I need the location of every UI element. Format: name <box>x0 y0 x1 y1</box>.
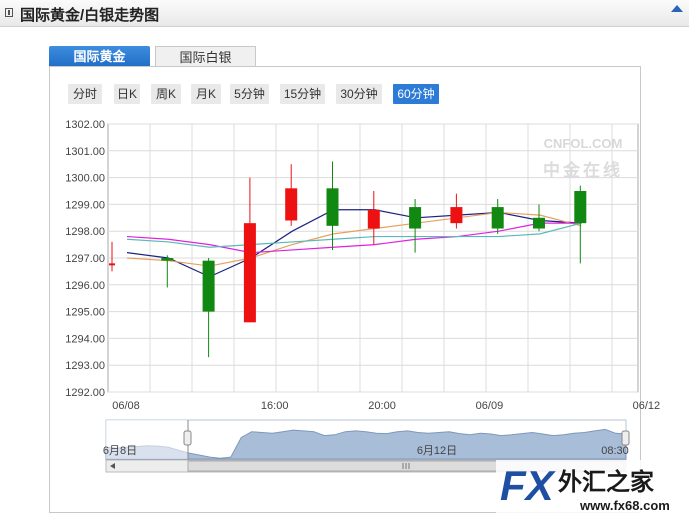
candle-body <box>409 207 422 229</box>
x-tick-label: 06/09 <box>476 400 504 412</box>
x-tick-label: 06/08 <box>112 400 140 412</box>
y-tick-label: 1296.00 <box>65 280 105 292</box>
candle-body <box>326 188 339 226</box>
y-tick-label: 1298.00 <box>65 226 105 238</box>
brand-cn: 外汇之家 <box>558 468 654 496</box>
y-tick-label: 1301.00 <box>65 146 105 158</box>
x-tick-label: 16:00 <box>261 400 289 412</box>
y-tick-label: 1299.00 <box>65 199 105 211</box>
candle-body <box>161 258 174 261</box>
fx68-logo: FX 外汇之家 www.fx68.com <box>496 458 689 516</box>
x-tick-label: 06/12 <box>633 400 661 412</box>
y-tick-label: 1302.00 <box>65 119 105 131</box>
candle-body <box>574 191 587 224</box>
watermark-line2: 中金在线 <box>543 160 623 180</box>
brand-url: www.fx68.com <box>579 498 670 513</box>
candle-body <box>450 207 463 224</box>
brand-fx: FX <box>500 462 557 509</box>
candle-body <box>285 188 298 221</box>
candle-body <box>243 223 256 323</box>
candle-body <box>367 209 380 229</box>
candle-body <box>491 207 504 229</box>
y-tick-label: 1297.00 <box>65 253 105 265</box>
candle-body <box>533 217 545 229</box>
x-tick-label: 20:00 <box>368 400 396 412</box>
navigator-date-label: 6月12日 <box>417 445 457 457</box>
y-tick-label: 1300.00 <box>65 173 105 185</box>
navigator-date-label: 08:30 <box>601 445 629 457</box>
candle-body <box>202 260 215 312</box>
candle-body <box>109 263 115 266</box>
navigator-right-handle[interactable] <box>621 430 630 446</box>
watermark-line1: CNFOL.COM <box>544 136 623 151</box>
y-tick-label: 1293.00 <box>65 360 105 372</box>
y-tick-label: 1292.00 <box>65 387 105 399</box>
y-tick-label: 1295.00 <box>65 307 105 319</box>
navigator-date-label: 6月8日 <box>103 445 137 457</box>
candlestick-chart: CNFOL.COM 中金在线 1302.00 1301.00 1300.00 1299… <box>65 119 661 473</box>
navigator-left-handle[interactable] <box>183 430 192 446</box>
y-tick-label: 1294.00 <box>65 333 105 345</box>
